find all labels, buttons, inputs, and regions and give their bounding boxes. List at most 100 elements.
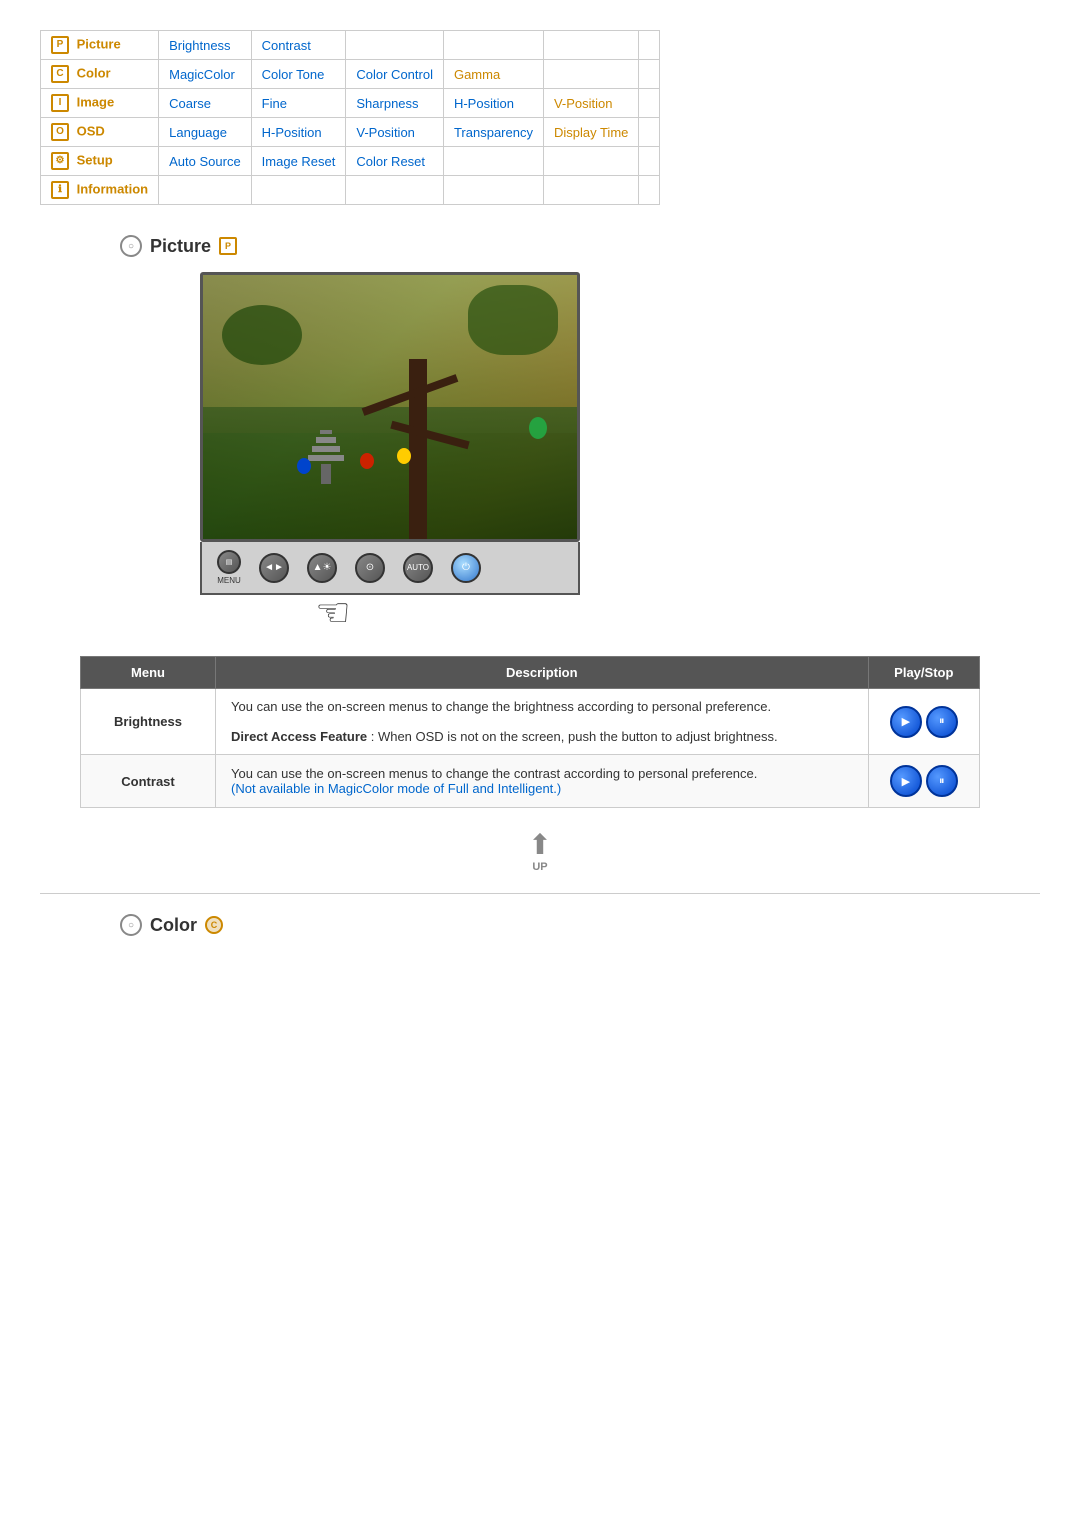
pagoda-base <box>321 464 331 484</box>
nav-color-tone[interactable]: Color Tone <box>251 60 346 89</box>
brightness-play-btn[interactable]: ▶ <box>890 706 922 738</box>
balloon-blue <box>297 458 311 474</box>
monitor-scene <box>203 275 577 539</box>
contrast-desc-note: (Not available in MagicColor mode of Ful… <box>231 781 561 796</box>
enter-control-group: ⊙ <box>355 553 385 583</box>
nav-color-control[interactable]: Color Control <box>346 60 444 89</box>
nav-color-reset[interactable]: Color Reset <box>346 147 444 176</box>
monitor-controls-bar: ▤ MENU ◄► ▲☀ ⊙ AUTO ⏻ <box>200 542 580 595</box>
brightness-direct-access-label: Direct Access Feature <box>231 729 367 744</box>
nav-contrast[interactable]: Contrast <box>251 31 346 60</box>
section-divider <box>40 893 1040 894</box>
desc-contrast: You can use the on-screen menus to chang… <box>216 755 869 808</box>
pagoda-tier1 <box>316 437 336 443</box>
description-table: Menu Description Play/Stop Brightness Yo… <box>80 656 980 808</box>
playstop-brightness: ▶ ⏸ <box>868 689 979 755</box>
nav-empty-2 <box>443 31 543 60</box>
nav-fine[interactable]: Fine <box>251 89 346 118</box>
color-section: ○ Color C <box>40 914 1040 936</box>
up-arrow-symbol: ⬆ <box>528 828 551 861</box>
contrast-play-buttons: ▶ ⏸ <box>884 765 964 797</box>
nav-osd[interactable]: O OSD <box>41 118 159 147</box>
nav-info-6 <box>639 176 660 205</box>
nav-h-position-img[interactable]: H-Position <box>443 89 543 118</box>
nav-coarse[interactable]: Coarse <box>159 89 252 118</box>
power-control-group: ⏻ <box>451 553 481 583</box>
nav-empty-4 <box>639 31 660 60</box>
up-arrow-container: ⬆ UP <box>40 828 1040 873</box>
menu-label: MENU <box>217 576 241 585</box>
hand-cursor-container: ☞ <box>235 600 1040 636</box>
nav-magiccolor[interactable]: MagicColor <box>159 60 252 89</box>
col-header-playstop: Play/Stop <box>868 657 979 689</box>
menu-brightness: Brightness <box>81 689 216 755</box>
pagoda <box>308 430 344 484</box>
lantern-green <box>529 417 547 439</box>
auto-button-label: AUTO <box>407 563 429 572</box>
nav-setup[interactable]: ⚙ Setup <box>41 147 159 176</box>
nav-gamma[interactable]: Gamma <box>443 60 543 89</box>
nav-v-position-osd[interactable]: V-Position <box>346 118 444 147</box>
desc-brightness: You can use the on-screen menus to chang… <box>216 689 869 755</box>
pagoda-tier3 <box>308 455 344 461</box>
menu-button-label: ▤ <box>226 558 233 566</box>
auto-button[interactable]: AUTO <box>403 553 433 583</box>
nav-brightness[interactable]: Brightness <box>159 31 252 60</box>
color-section-title: ○ Color C <box>120 914 1040 936</box>
enter-button-label: ⊙ <box>366 562 374 573</box>
contrast-play-btn[interactable]: ▶ <box>890 765 922 797</box>
back-button[interactable]: ◄► <box>259 553 289 583</box>
setup-icon: ⚙ <box>51 152 69 170</box>
brightness-stop-btn[interactable]: ⏸ <box>926 706 958 738</box>
nav-empty-8 <box>639 118 660 147</box>
picture-title-text: Picture <box>150 236 211 257</box>
nav-empty-9 <box>443 147 543 176</box>
nav-picture[interactable]: P Picture <box>41 31 159 60</box>
nav-info-4 <box>443 176 543 205</box>
picture-icon: P <box>51 36 69 54</box>
color-section-circle: ○ <box>120 914 142 936</box>
nav-empty-5 <box>543 60 638 89</box>
back-button-label: ◄► <box>264 562 284 573</box>
up-arrow-label: UP <box>532 861 547 873</box>
nav-empty-11 <box>639 147 660 176</box>
up-arrow: ⬆ UP <box>528 828 551 873</box>
monitor-container: ▤ MENU ◄► ▲☀ ⊙ AUTO ⏻ <box>200 272 580 595</box>
contrast-desc-line1: You can use the on-screen menus to chang… <box>231 766 757 781</box>
contrast-stop-btn[interactable]: ⏸ <box>926 765 958 797</box>
power-button-label: ⏻ <box>462 562 470 573</box>
image-icon: I <box>51 94 69 112</box>
info-icon: ℹ <box>51 181 69 199</box>
picture-section-title: ○ Picture P <box>120 235 1040 257</box>
balloon-red <box>360 453 374 469</box>
picture-section-circle: ○ <box>120 235 142 257</box>
nav-image[interactable]: I Image <box>41 89 159 118</box>
nav-empty-7 <box>639 89 660 118</box>
power-button[interactable]: ⏻ <box>451 553 481 583</box>
brightness-control-group: ▲☀ <box>307 553 337 583</box>
picture-title-icon: P <box>219 237 237 255</box>
auto-control-group: AUTO <box>403 553 433 583</box>
nav-sharpness[interactable]: Sharpness <box>346 89 444 118</box>
nav-language[interactable]: Language <box>159 118 252 147</box>
nav-empty-6 <box>639 60 660 89</box>
menu-control-group: ▤ MENU <box>217 550 241 585</box>
brightness-play-buttons: ▶ ⏸ <box>884 706 964 738</box>
nav-h-position-osd[interactable]: H-Position <box>251 118 346 147</box>
nav-image-reset[interactable]: Image Reset <box>251 147 346 176</box>
nav-color[interactable]: C Color <box>41 60 159 89</box>
brightness-button[interactable]: ▲☀ <box>307 553 337 583</box>
nav-v-position-img[interactable]: V-Position <box>543 89 638 118</box>
menu-button[interactable]: ▤ <box>217 550 241 574</box>
pagoda-tip <box>320 430 332 434</box>
nav-auto-source[interactable]: Auto Source <box>159 147 252 176</box>
table-row-brightness: Brightness You can use the on-screen men… <box>81 689 980 755</box>
col-header-description: Description <box>216 657 869 689</box>
table-row-contrast: Contrast You can use the on-screen menus… <box>81 755 980 808</box>
nav-display-time[interactable]: Display Time <box>543 118 638 147</box>
nav-transparency[interactable]: Transparency <box>443 118 543 147</box>
enter-button[interactable]: ⊙ <box>355 553 385 583</box>
nav-information[interactable]: ℹ Information <box>41 176 159 205</box>
col-header-menu: Menu <box>81 657 216 689</box>
nav-empty-10 <box>543 147 638 176</box>
